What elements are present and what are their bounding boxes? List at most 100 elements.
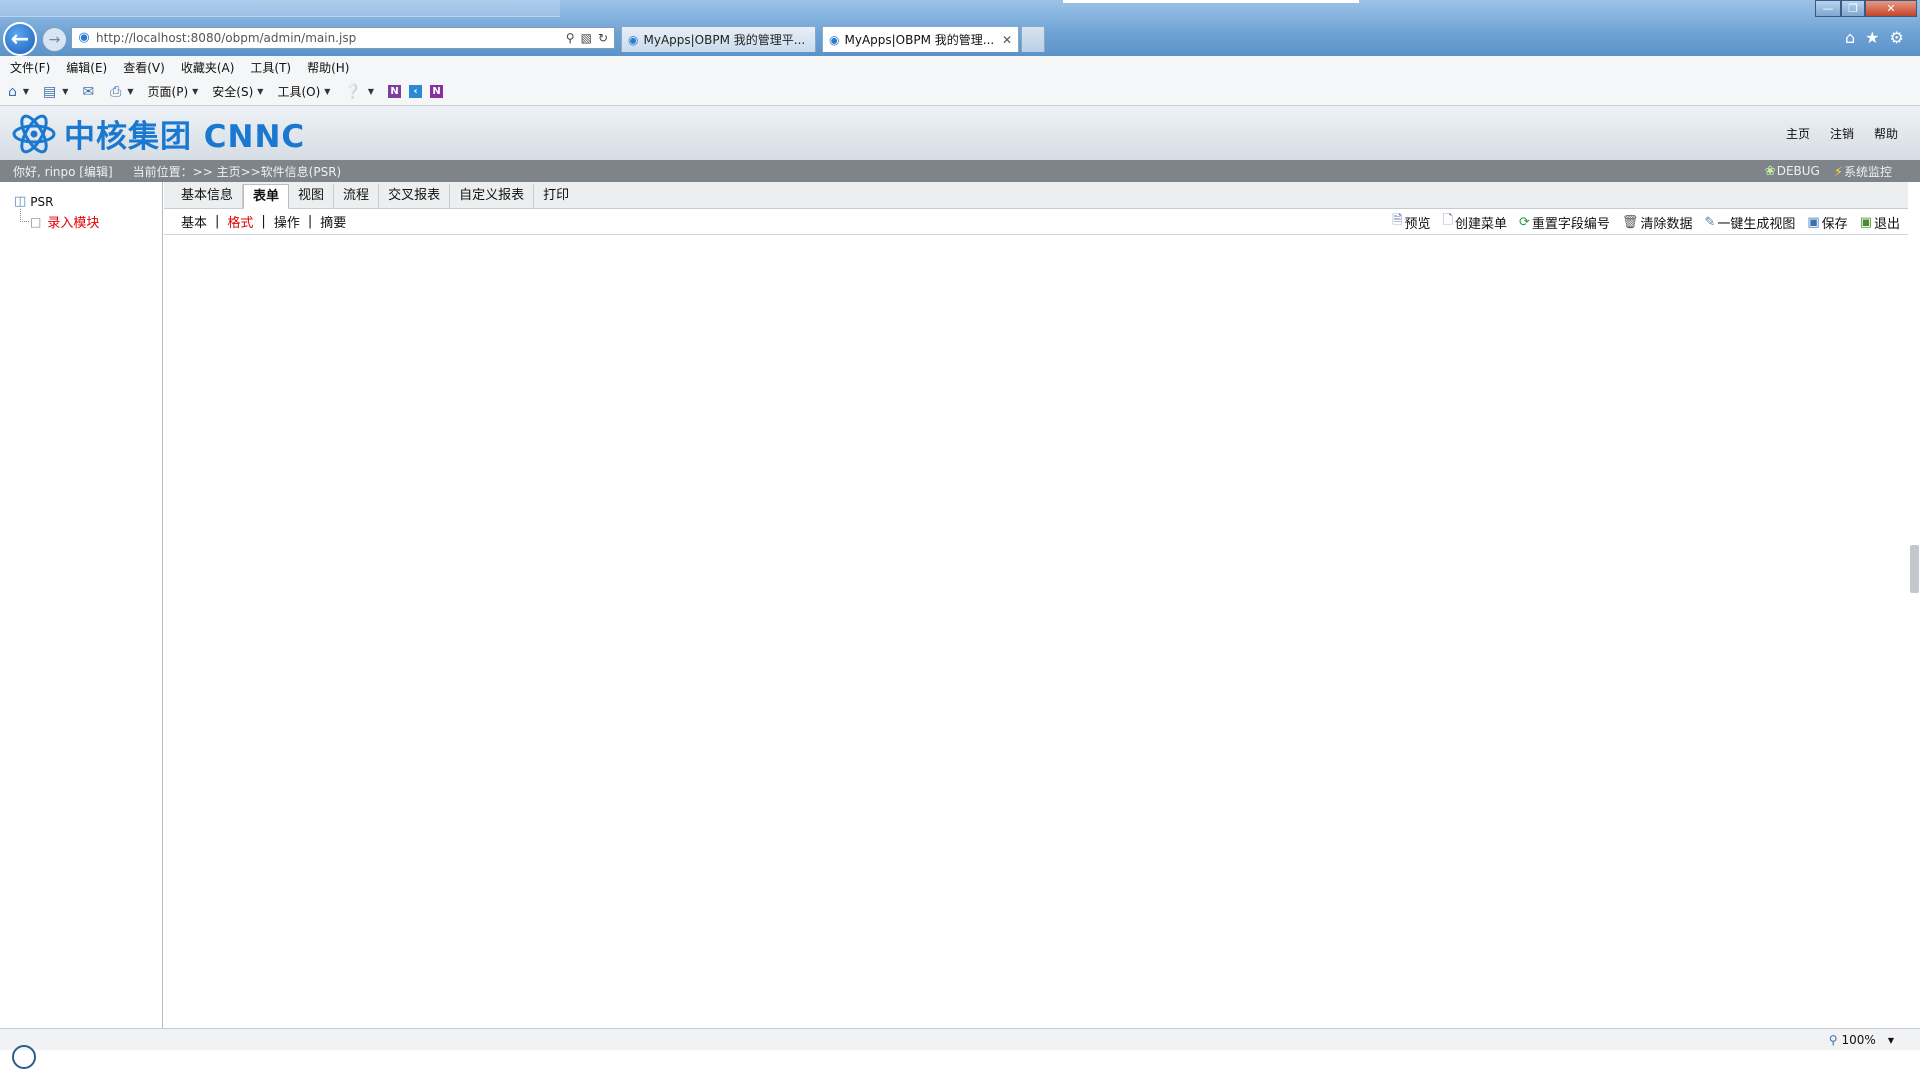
favorites-star-icon[interactable]: ★ [1865,28,1879,47]
ie-page-icon: ◉ [78,30,90,45]
maximize-button[interactable]: ❐ [1841,0,1865,17]
page-scrollbar-thumb[interactable] [1910,545,1919,593]
chevron-down-icon: ▼ [22,87,30,96]
zoom-control[interactable]: ⚲ 100% ▼ [1829,1033,1894,1047]
clear-data-label: 清除数据 [1640,216,1693,232]
user-status-bar: 你好, rinpo [编辑] 当前位置：>> 主页>>软件信息(PSR) ❀DE… [0,160,1920,182]
addon-commands: N ‹ N [388,85,451,98]
preview-button[interactable]: 🗎 预览 [1392,211,1430,233]
search-icon[interactable]: ⚲ [566,31,575,45]
preview-icon: 🗎 [1392,213,1403,228]
tab-print[interactable]: 打印 [534,184,578,208]
tab-basic-info[interactable]: 基本信息 [172,184,244,208]
divider: | [261,214,266,229]
home-icon[interactable]: ⌂ [1845,28,1855,47]
tree-root-label: PSR [30,194,54,209]
lightning-icon: ⚡ [1833,164,1843,180]
menu-tools[interactable]: 工具(T) [250,59,291,76]
save-icon: ▣ [1807,214,1820,230]
create-menu-button[interactable]: 🗋 创建菜单 [1443,211,1507,233]
browser-tab-1-label: MyApps|OBPM 我的管理平... [643,33,806,47]
tab-flow[interactable]: 流程 [334,184,380,208]
chevron-down-icon: ▼ [324,87,331,96]
help-command[interactable]: ❔ ▼ [344,84,374,100]
browser-right-tools: ⌂ ★ ⚙ [1845,28,1904,47]
monitor-link[interactable]: ⚡系统监控 [1834,163,1892,180]
browser-tab-2[interactable]: ◉ MyApps|OBPM 我的管理... ✕ [822,26,1019,52]
forward-button[interactable]: → [42,27,67,52]
home-command[interactable]: ⌂ ▼ [8,84,29,100]
menu-edit[interactable]: 编辑(E) [66,59,107,76]
form-subtabs: 基本 | 格式 | 操作 | 摘要 [181,212,346,231]
feeds-command[interactable]: ▤ ▼ [43,84,68,100]
user-greeting[interactable]: 你好, rinpo [编辑] [13,163,113,180]
menu-view[interactable]: 查看(V) [123,59,165,76]
home-link[interactable]: 主页 [1786,125,1810,142]
rss-icon: ▤ [43,83,57,100]
exit-button[interactable]: ▣ 退出 [1860,213,1900,232]
tab-view[interactable]: 视图 [289,184,335,208]
help-link[interactable]: 帮助 [1874,125,1898,142]
app-header: 中核集团 CNNC 主页 注销 帮助 [0,106,1920,160]
atom-logo-icon [12,114,56,153]
tree-item-entry-module[interactable]: □ 录入模块 [30,212,100,232]
print-command[interactable]: ⎙ ▼ [110,84,133,100]
background-window-strip [0,0,560,17]
browser-command-bar: ⌂ ▼ ▤ ▼ ✉ ⎙ ▼ 页面(P) ▼ 安全(S) ▼ 工具(O) ▼ ❔ ▼ N ‹ N [0,78,1920,106]
new-tab-button[interactable] [1021,26,1045,52]
debug-link[interactable]: ❀DEBUG [1765,164,1820,179]
subtab-format[interactable]: 格式 [227,212,253,231]
refresh-icon[interactable]: ↻ [598,31,608,45]
subtab-basic[interactable]: 基本 [181,212,207,231]
edit-document-icon: ✎ [1704,214,1716,230]
chevron-down-icon: ▼ [192,87,199,96]
logout-link[interactable]: 注销 [1830,125,1854,142]
save-label: 保存 [1821,216,1848,232]
tab-custom-report[interactable]: 自定义报表 [450,184,535,208]
bug-icon: ❀ [1764,163,1776,179]
close-icon[interactable]: ✕ [1002,33,1012,47]
browser-tab-1[interactable]: ◉ MyApps|OBPM 我的管理平... [621,26,816,52]
exit-icon: ▣ [1859,214,1872,230]
onenote-send-icon[interactable]: N [430,85,443,98]
tab-form[interactable]: 表单 [243,184,290,209]
clear-data-button[interactable]: 🗑 清除数据 [1622,213,1693,232]
breadcrumb: 当前位置：>> 主页>>软件信息(PSR) [132,164,342,179]
subtab-operation[interactable]: 操作 [274,212,300,231]
tools-command-label: 工具(O) [277,85,321,99]
trash-icon: 🗑 [1621,214,1639,230]
onenote-icon[interactable]: N [388,85,401,98]
form-actions: 🗎 预览 🗋 创建菜单 ⟳ 重置字段编号 🗑 清除数据 ✎ 一键生成视图 ▣ 保存 ▣ 退出 [1392,209,1900,235]
chevron-down-icon: ▼ [1887,1035,1894,1045]
compat-view-icon[interactable]: ▧ [581,31,592,45]
preview-label: 预览 [1404,216,1431,232]
safety-command[interactable]: 安全(S) ▼ [212,83,263,100]
address-text[interactable]: http://localhost:8080/obpm/admin/main.js… [96,31,566,45]
tree-connector [20,209,29,222]
module-tabs: 基本信息 表单 视图 流程 交叉报表 自定义报表 打印 [164,182,1908,209]
module-tree-sidebar: ◫ PSR □ 录入模块 [0,182,163,1028]
generate-view-button[interactable]: ✎ 一键生成视图 [1704,213,1795,232]
back-button[interactable]: ← [3,22,37,56]
menu-favorites[interactable]: 收藏夹(A) [181,59,235,76]
window-close-button[interactable]: ✕ [1865,0,1917,17]
page-command[interactable]: 页面(P) ▼ [148,83,199,100]
save-button[interactable]: ▣ 保存 [1807,213,1847,232]
ie-page-icon: ◉ [628,32,639,47]
address-bar[interactable]: ◉ http://localhost:8080/obpm/admin/main.… [71,27,615,49]
reset-field-number-button[interactable]: ⟳ 重置字段编号 [1519,213,1610,232]
menu-help[interactable]: 帮助(H) [307,59,349,76]
mail-command[interactable]: ✉ [82,84,96,100]
gear-icon[interactable]: ⚙ [1890,28,1904,47]
reset-icon: ⟳ [1519,214,1530,230]
blog-icon[interactable]: ‹ [409,85,422,98]
tools-command[interactable]: 工具(O) ▼ [277,83,330,100]
tree-root-psr[interactable]: ◫ PSR [14,194,54,209]
form-subtoolbar: 基本 | 格式 | 操作 | 摘要 🗎 预览 🗋 创建菜单 ⟳ 重置字段编号 🗑 清除数… [164,209,1908,235]
safety-command-label: 安全(S) [212,85,254,99]
tree-item-label: 录入模块 [47,216,100,231]
subtab-summary[interactable]: 摘要 [320,212,346,231]
minimize-button[interactable]: — [1815,0,1841,17]
menu-file[interactable]: 文件(F) [10,59,50,76]
tab-cross-report[interactable]: 交叉报表 [379,184,451,208]
